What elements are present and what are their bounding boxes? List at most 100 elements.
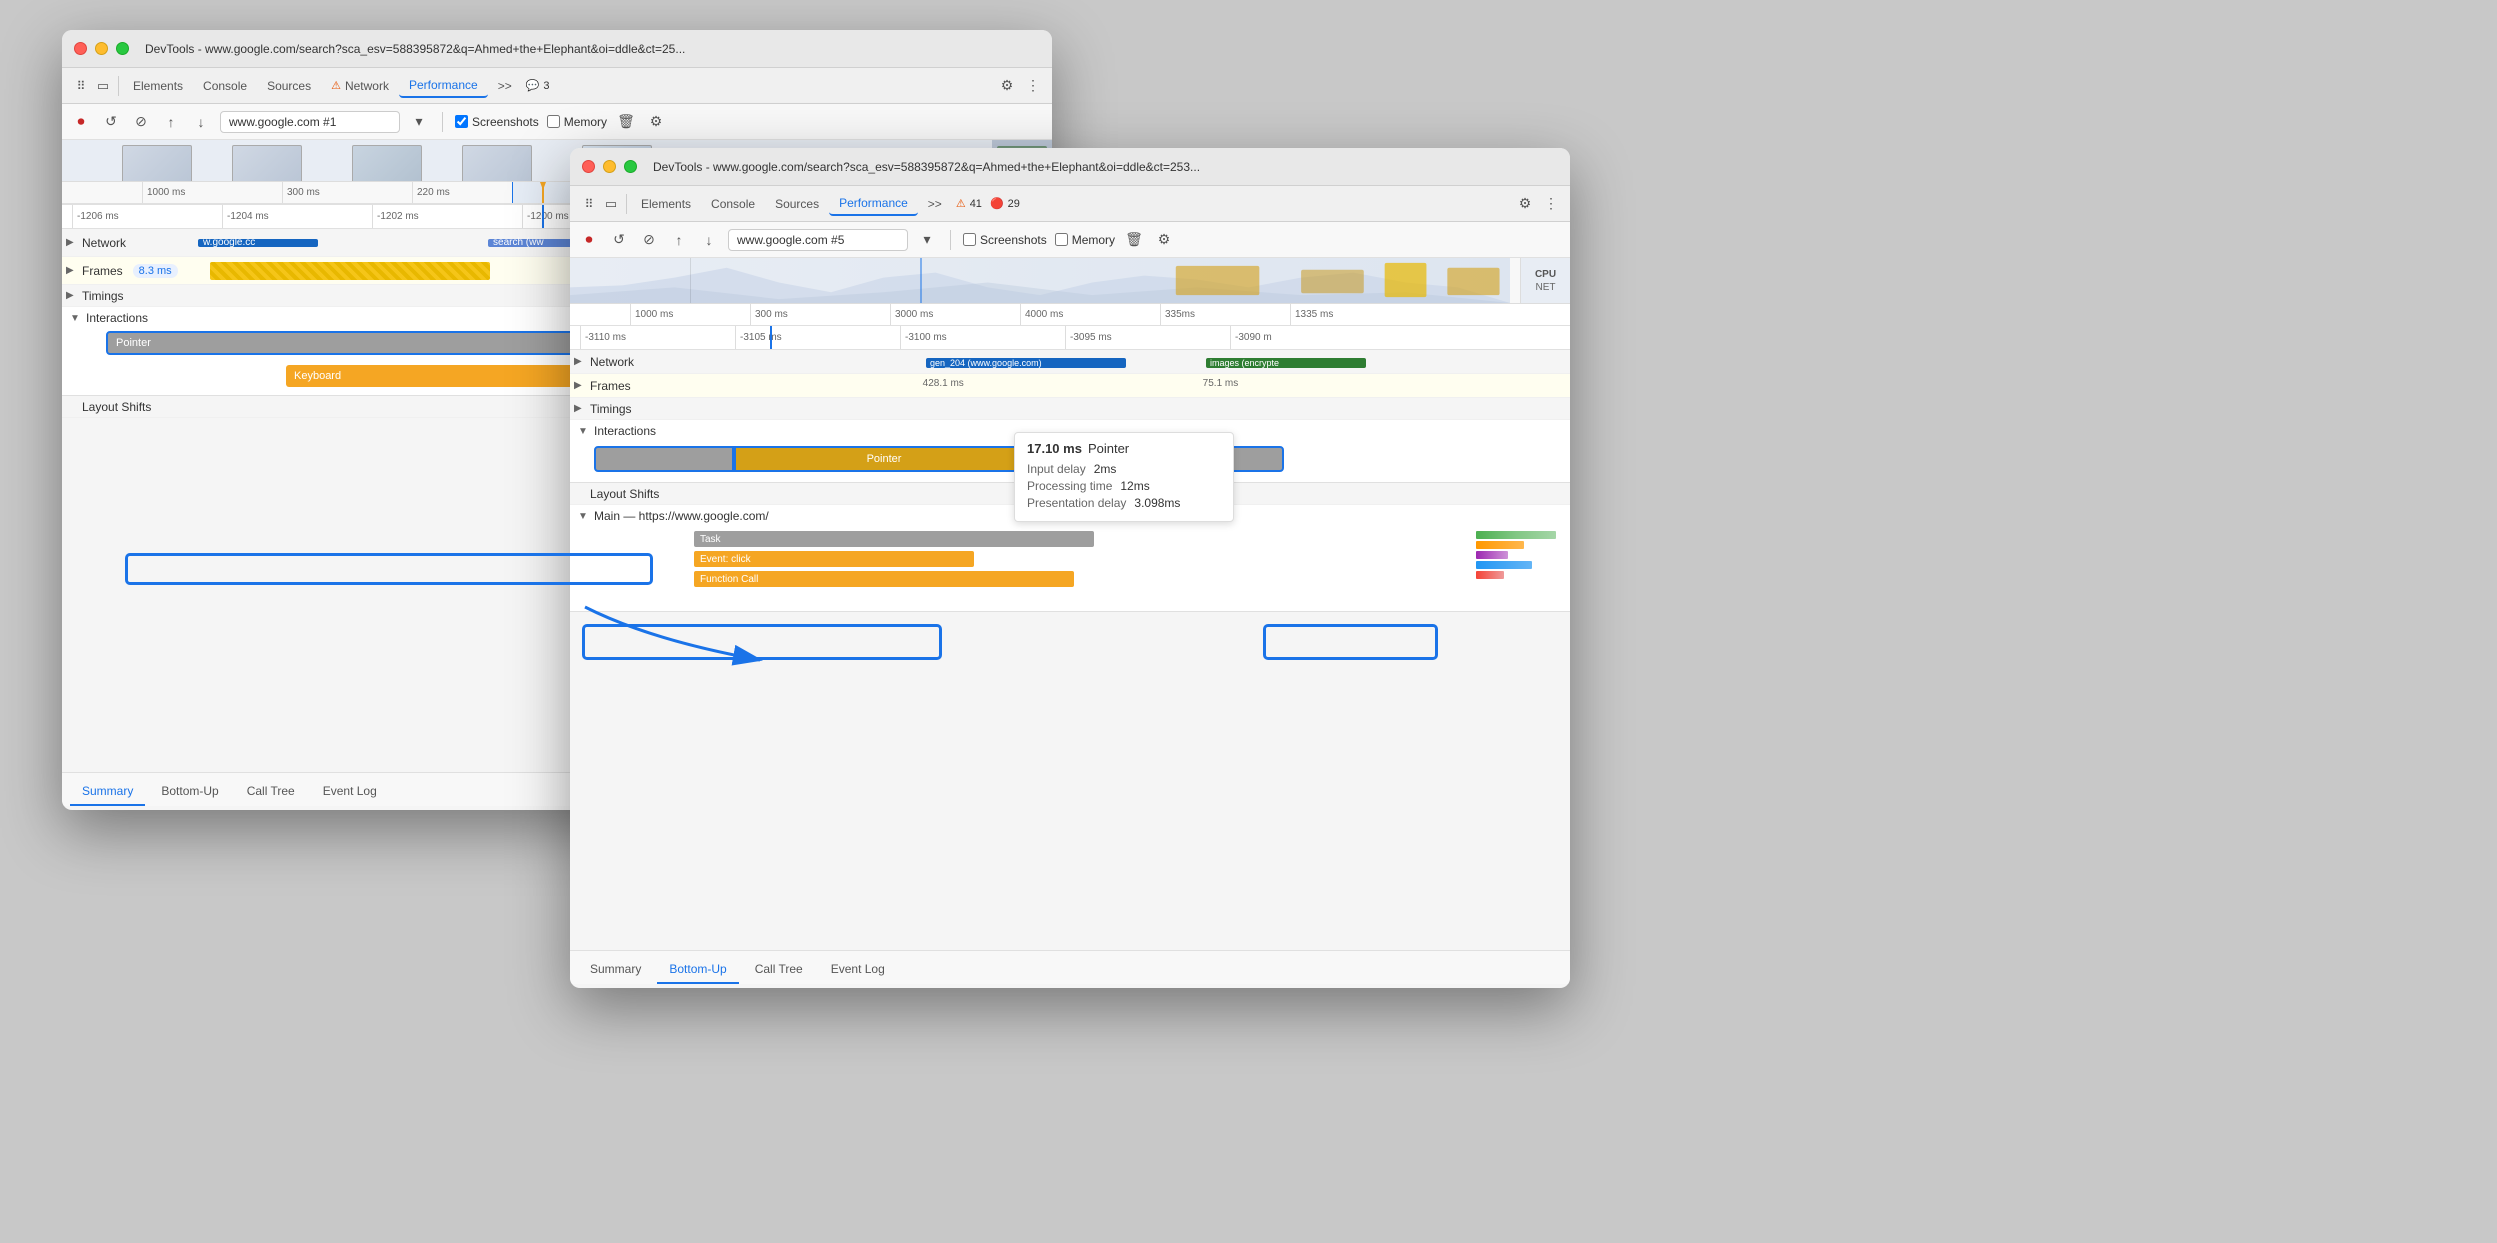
ruler-mark: -1202 ms xyxy=(372,205,419,228)
record-icon-right[interactable]: ⏺ xyxy=(578,229,600,251)
tab-eventlog-left[interactable]: Event Log xyxy=(311,778,389,806)
tab-more-right[interactable]: >> xyxy=(918,193,952,215)
address-bar-right[interactable]: www.google.com #5 xyxy=(728,229,908,251)
trash-icon-left[interactable]: 🗑 xyxy=(615,111,637,133)
settings2-icon-right[interactable]: ⚙ xyxy=(1153,229,1175,251)
tab-bottomup-right[interactable]: Bottom-Up xyxy=(657,956,738,984)
device-icon[interactable]: ▭ xyxy=(92,75,114,97)
timings-label-right: Timings xyxy=(590,402,632,416)
expand-network-left[interactable]: ▶ xyxy=(66,237,78,248)
expand-frames-right[interactable]: ▶ xyxy=(574,380,586,391)
dropdown-icon-left[interactable]: ▾ xyxy=(408,111,430,133)
window-title-left: DevTools - www.google.com/search?sca_esv… xyxy=(145,42,685,56)
screenshots-checkbox-right[interactable]: Screenshots xyxy=(963,233,1047,247)
address-bar-left[interactable]: www.google.com #1 xyxy=(220,111,400,133)
dropdown-icon-right[interactable]: ▾ xyxy=(916,229,938,251)
layout-shifts-label-right: Layout Shifts xyxy=(590,487,659,501)
v-marker-blue xyxy=(920,258,922,303)
tab-more-left[interactable]: >> xyxy=(488,75,522,97)
screenshot-thumb xyxy=(462,145,532,182)
expand-main-right[interactable]: ▼ xyxy=(578,511,590,522)
ruler-mark: 1335 ms xyxy=(1290,304,1333,325)
download-icon-right[interactable]: ↓ xyxy=(698,229,720,251)
record-icon-left[interactable]: ⏺ xyxy=(70,111,92,133)
tab-elements-left[interactable]: Elements xyxy=(123,75,193,97)
minimize-button-right[interactable] xyxy=(603,160,616,173)
minimize-button-left[interactable] xyxy=(95,42,108,55)
pointer-bar-gold-right[interactable]: Pointer xyxy=(734,446,1034,472)
devtools-window-right: DevTools - www.google.com/search?sca_esv… xyxy=(570,148,1570,988)
gen204-bar: gen_204 (www.google.com) xyxy=(926,358,1126,368)
tab-performance-right[interactable]: Performance xyxy=(829,192,918,216)
settings-icon-left[interactable]: ⚙ xyxy=(996,75,1018,97)
ruler-mark: 300 ms xyxy=(750,304,788,325)
tab-console-right[interactable]: Console xyxy=(701,193,765,215)
inspect-icon-right[interactable]: ⠿ xyxy=(578,193,600,215)
download-icon-left[interactable]: ↓ xyxy=(190,111,212,133)
close-button-right[interactable] xyxy=(582,160,595,173)
screenshot-thumb xyxy=(122,145,192,182)
titlebar-right: DevTools - www.google.com/search?sca_esv… xyxy=(570,148,1570,186)
upload-icon-right[interactable]: ↑ xyxy=(668,229,690,251)
tab-summary-left[interactable]: Summary xyxy=(70,778,145,806)
inspect-icon[interactable]: ⠿ xyxy=(70,75,92,97)
tab-network-left[interactable]: ⚠ Network xyxy=(321,75,399,97)
trash-icon-right[interactable]: 🗑 xyxy=(1123,229,1145,251)
refresh-icon-right[interactable]: ↺ xyxy=(608,229,630,251)
close-button-left[interactable] xyxy=(74,42,87,55)
images-bar: images (encrypte xyxy=(1206,358,1366,368)
network-url-left: w.google.cc xyxy=(203,237,255,248)
tab-calltree-right[interactable]: Call Tree xyxy=(743,956,815,984)
expand-interactions-left[interactable]: ▼ xyxy=(70,313,82,324)
pointer-bar-left[interactable]: Pointer xyxy=(106,331,606,355)
memory-checkbox-right[interactable]: Memory xyxy=(1055,233,1115,247)
tooltip-processing-time: Processing time 12ms xyxy=(1027,479,1221,493)
screenshots-checkbox-left[interactable]: Screenshots xyxy=(455,115,539,129)
frames-time-left: 8.3 ms xyxy=(133,264,178,278)
tab-bottomup-left[interactable]: Bottom-Up xyxy=(149,778,230,806)
tab-performance-left[interactable]: Performance xyxy=(399,74,488,98)
expand-frames-left[interactable]: ▶ xyxy=(66,265,78,276)
tab-calltree-left[interactable]: Call Tree xyxy=(235,778,307,806)
clear-icon-right[interactable]: ⊘ xyxy=(638,229,660,251)
expand-network-right[interactable]: ▶ xyxy=(574,356,586,367)
bottom-tabs-right: Summary Bottom-Up Call Tree Event Log xyxy=(570,950,1570,984)
event-click-bar-right: Event: click xyxy=(694,551,974,567)
cpu-label-right: CPU xyxy=(1535,269,1556,280)
more-icon-left[interactable]: ⋮ xyxy=(1022,75,1044,97)
ruler-mark: -3090 m xyxy=(1230,326,1272,349)
settings2-icon-left[interactable]: ⚙ xyxy=(645,111,667,133)
frames-label-right: Frames xyxy=(590,379,631,393)
ruler-mark: -1204 ms xyxy=(222,205,269,228)
cpu-activity-viz xyxy=(570,258,1510,303)
ruler-mark: -1200 ms xyxy=(522,205,569,228)
tooltip-input-delay: Input delay 2ms xyxy=(1027,462,1221,476)
tab-console-left[interactable]: Console xyxy=(193,75,257,97)
interactions-track-right: ▼ Interactions Pointer 17.10 ms xyxy=(570,420,1570,483)
maximize-button-right[interactable] xyxy=(624,160,637,173)
memory-checkbox-left[interactable]: Memory xyxy=(547,115,607,129)
screenshot-thumb xyxy=(232,145,302,182)
more-icon-right[interactable]: ⋮ xyxy=(1540,193,1562,215)
frames-time2-right: 75.1 ms xyxy=(1203,378,1239,389)
tab-summary-right[interactable]: Summary xyxy=(578,956,653,984)
maximize-button-left[interactable] xyxy=(116,42,129,55)
device-icon-right[interactable]: ▭ xyxy=(600,193,622,215)
upload-icon-left[interactable]: ↑ xyxy=(160,111,182,133)
tab-elements-right[interactable]: Elements xyxy=(631,193,701,215)
tab-sources-left[interactable]: Sources xyxy=(257,75,321,97)
expand-timings-right[interactable]: ▶ xyxy=(574,403,586,414)
ruler-mark: -3095 ms xyxy=(1065,326,1112,349)
tab-eventlog-right[interactable]: Event Log xyxy=(819,956,897,984)
clear-icon-left[interactable]: ⊘ xyxy=(130,111,152,133)
search-url-left: search (ww xyxy=(493,237,544,248)
pointer-bar-gray-right[interactable] xyxy=(594,446,734,472)
tooltip-presentation-delay: Presentation delay 3.098ms xyxy=(1027,496,1221,510)
refresh-icon-left[interactable]: ↺ xyxy=(100,111,122,133)
expand-timings-left[interactable]: ▶ xyxy=(66,290,78,301)
warning-icon-right: ⚠ xyxy=(956,197,966,210)
chat-icon: 💬 xyxy=(526,79,540,92)
settings-icon-right[interactable]: ⚙ xyxy=(1514,193,1536,215)
expand-interactions-right[interactable]: ▼ xyxy=(578,426,590,437)
tab-sources-right[interactable]: Sources xyxy=(765,193,829,215)
